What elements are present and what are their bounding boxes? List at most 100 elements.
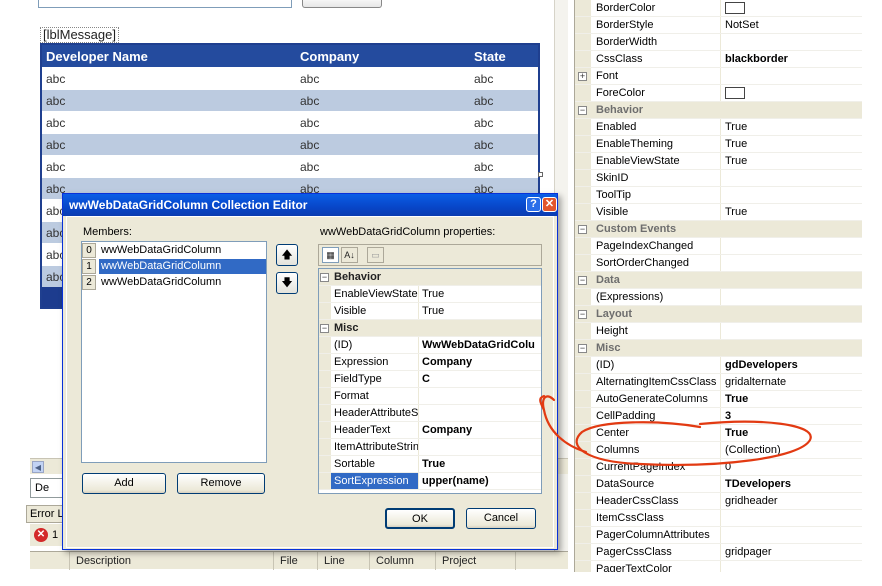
move-down-button[interactable]: 🡇 xyxy=(276,272,298,294)
property-value[interactable] xyxy=(721,323,862,339)
property-value[interactable] xyxy=(419,405,541,421)
property-row[interactable]: Enabled True xyxy=(575,119,862,136)
property-value[interactable]: gridheader xyxy=(721,493,862,509)
property-row[interactable]: SortOrderChanged xyxy=(575,255,862,272)
property-row[interactable]: DataSource TDevelopers xyxy=(575,476,862,493)
property-value[interactable]: True xyxy=(419,286,541,302)
property-row[interactable]: ForeColor xyxy=(575,85,862,102)
property-row[interactable]: EnableTheming True xyxy=(575,136,862,153)
property-value[interactable] xyxy=(419,439,541,455)
property-value[interactable] xyxy=(721,170,862,186)
property-row[interactable]: PagerColumnAttributes xyxy=(575,527,862,544)
property-value[interactable]: NotSet xyxy=(721,17,862,33)
collapse-icon[interactable]: − xyxy=(578,106,587,115)
property-value[interactable]: Company xyxy=(419,422,541,438)
property-row[interactable]: (Expressions) xyxy=(575,289,862,306)
property-row[interactable]: CellPadding 3 xyxy=(575,408,862,425)
property-row[interactable]: SkinID xyxy=(575,170,862,187)
collapse-icon[interactable]: − xyxy=(578,276,587,285)
collapse-icon[interactable]: − xyxy=(578,344,587,353)
table-row[interactable]: abc abc abc xyxy=(42,67,538,89)
grid-resize-handle[interactable] xyxy=(538,172,543,177)
alphabetical-sort-icon[interactable]: A↓ xyxy=(341,247,358,263)
property-row[interactable]: Visible True xyxy=(319,303,541,320)
property-value[interactable] xyxy=(721,255,862,271)
property-row[interactable]: CurrentPageIndex 0 xyxy=(575,459,862,476)
property-value[interactable]: gridalternate xyxy=(721,374,862,390)
property-row[interactable]: HeaderAttributeS xyxy=(319,405,541,422)
property-value[interactable]: C xyxy=(419,371,541,387)
property-category[interactable]: − Custom Events xyxy=(575,221,862,238)
property-row[interactable]: CssClass blackborder xyxy=(575,51,862,68)
dialog-titlebar[interactable]: wwWebDataGridColumn Collection Editor ? … xyxy=(63,194,557,216)
close-icon[interactable]: ✕ xyxy=(542,197,557,212)
property-value[interactable]: True xyxy=(419,303,541,319)
property-row[interactable]: Height xyxy=(575,323,862,340)
properties-grid[interactable]: BorderColor BorderStyle NotSet BorderWidth C… xyxy=(575,0,862,578)
members-listbox[interactable]: 0 wwWebDataGridColumn 1 wwWebDataGridColumn… xyxy=(81,241,267,463)
scroll-left-arrow-icon[interactable]: ◀ xyxy=(32,461,44,473)
property-value[interactable] xyxy=(721,34,862,50)
property-value[interactable]: True xyxy=(721,425,862,441)
help-icon[interactable]: ? xyxy=(526,197,541,212)
expand-icon[interactable]: + xyxy=(578,72,587,81)
property-row[interactable]: HeaderText Company xyxy=(319,422,541,439)
property-value[interactable] xyxy=(721,238,862,254)
property-category[interactable]: − Behavior xyxy=(575,102,862,119)
property-value[interactable] xyxy=(721,68,862,84)
collection-editor-dialog[interactable]: wwWebDataGridColumn Collection Editor ? … xyxy=(62,193,558,550)
move-up-button[interactable]: 🡅 xyxy=(276,244,298,266)
property-row[interactable]: (ID) WwWebDataGridColu xyxy=(319,337,541,354)
property-row[interactable]: Format xyxy=(319,388,541,405)
error-col-description[interactable]: Description xyxy=(70,552,274,570)
ok-button[interactable]: OK xyxy=(385,508,455,529)
property-value[interactable]: gdDevelopers xyxy=(721,357,862,373)
property-value[interactable] xyxy=(721,510,862,526)
categorized-icon[interactable]: ▦ xyxy=(322,247,339,263)
collapse-icon[interactable]: − xyxy=(578,310,587,319)
list-item[interactable]: 2 wwWebDataGridColumn xyxy=(82,274,266,290)
property-pages-icon[interactable]: ▭ xyxy=(367,247,384,263)
property-value[interactable] xyxy=(721,289,862,305)
property-value[interactable]: WwWebDataGridColu xyxy=(419,337,541,353)
properties-window[interactable]: BorderColor BorderStyle NotSet BorderWidth C… xyxy=(574,0,862,586)
property-row[interactable]: ItemCssClass xyxy=(575,510,862,527)
property-value[interactable] xyxy=(419,388,541,404)
error-col-project[interactable]: Project xyxy=(436,552,516,570)
property-row[interactable]: EnableViewState True xyxy=(575,153,862,170)
collapse-icon[interactable]: − xyxy=(320,273,329,282)
property-value[interactable]: 3 xyxy=(721,408,862,424)
property-value[interactable]: True xyxy=(721,153,862,169)
property-row[interactable]: BorderColor xyxy=(575,0,862,17)
property-row[interactable]: EnableViewState True xyxy=(319,286,541,303)
property-row[interactable]: Sortable True xyxy=(319,456,541,473)
lbl-message-label[interactable]: [lblMessage] xyxy=(40,27,119,43)
list-item[interactable]: 0 wwWebDataGridColumn xyxy=(82,242,266,258)
add-button[interactable]: Add xyxy=(82,473,166,494)
property-row[interactable]: FieldType C xyxy=(319,371,541,388)
remove-button[interactable]: Remove xyxy=(177,473,265,494)
property-row[interactable]: BorderStyle NotSet xyxy=(575,17,862,34)
property-value[interactable]: True xyxy=(721,119,862,135)
property-row[interactable]: ItemAttributeStrin xyxy=(319,439,541,456)
property-row[interactable]: HeaderCssClass gridheader xyxy=(575,493,862,510)
property-category[interactable]: − Misc xyxy=(319,320,541,337)
error-col-column[interactable]: Column xyxy=(370,552,436,570)
property-row[interactable]: Columns (Collection) xyxy=(575,442,862,459)
error-col-file[interactable]: File xyxy=(274,552,318,570)
property-value[interactable]: (Collection) xyxy=(721,442,862,458)
cancel-button[interactable]: Cancel xyxy=(466,508,536,529)
table-row[interactable]: abc abc abc xyxy=(42,111,538,133)
table-row[interactable]: abc abc abc xyxy=(42,89,538,111)
property-value[interactable] xyxy=(721,0,862,16)
error-col-line[interactable]: Line xyxy=(318,552,370,570)
table-row[interactable]: abc abc abc xyxy=(42,155,538,177)
designer-textbox[interactable] xyxy=(38,0,292,8)
property-value[interactable]: gridpager xyxy=(721,544,862,560)
property-row[interactable]: PagerCssClass gridpager xyxy=(575,544,862,561)
property-row[interactable]: + Font xyxy=(575,68,862,85)
property-value[interactable] xyxy=(721,85,862,101)
property-value[interactable]: blackborder xyxy=(721,51,862,67)
property-value[interactable] xyxy=(721,527,862,543)
property-row[interactable]: SortExpression upper(name) xyxy=(319,473,541,490)
